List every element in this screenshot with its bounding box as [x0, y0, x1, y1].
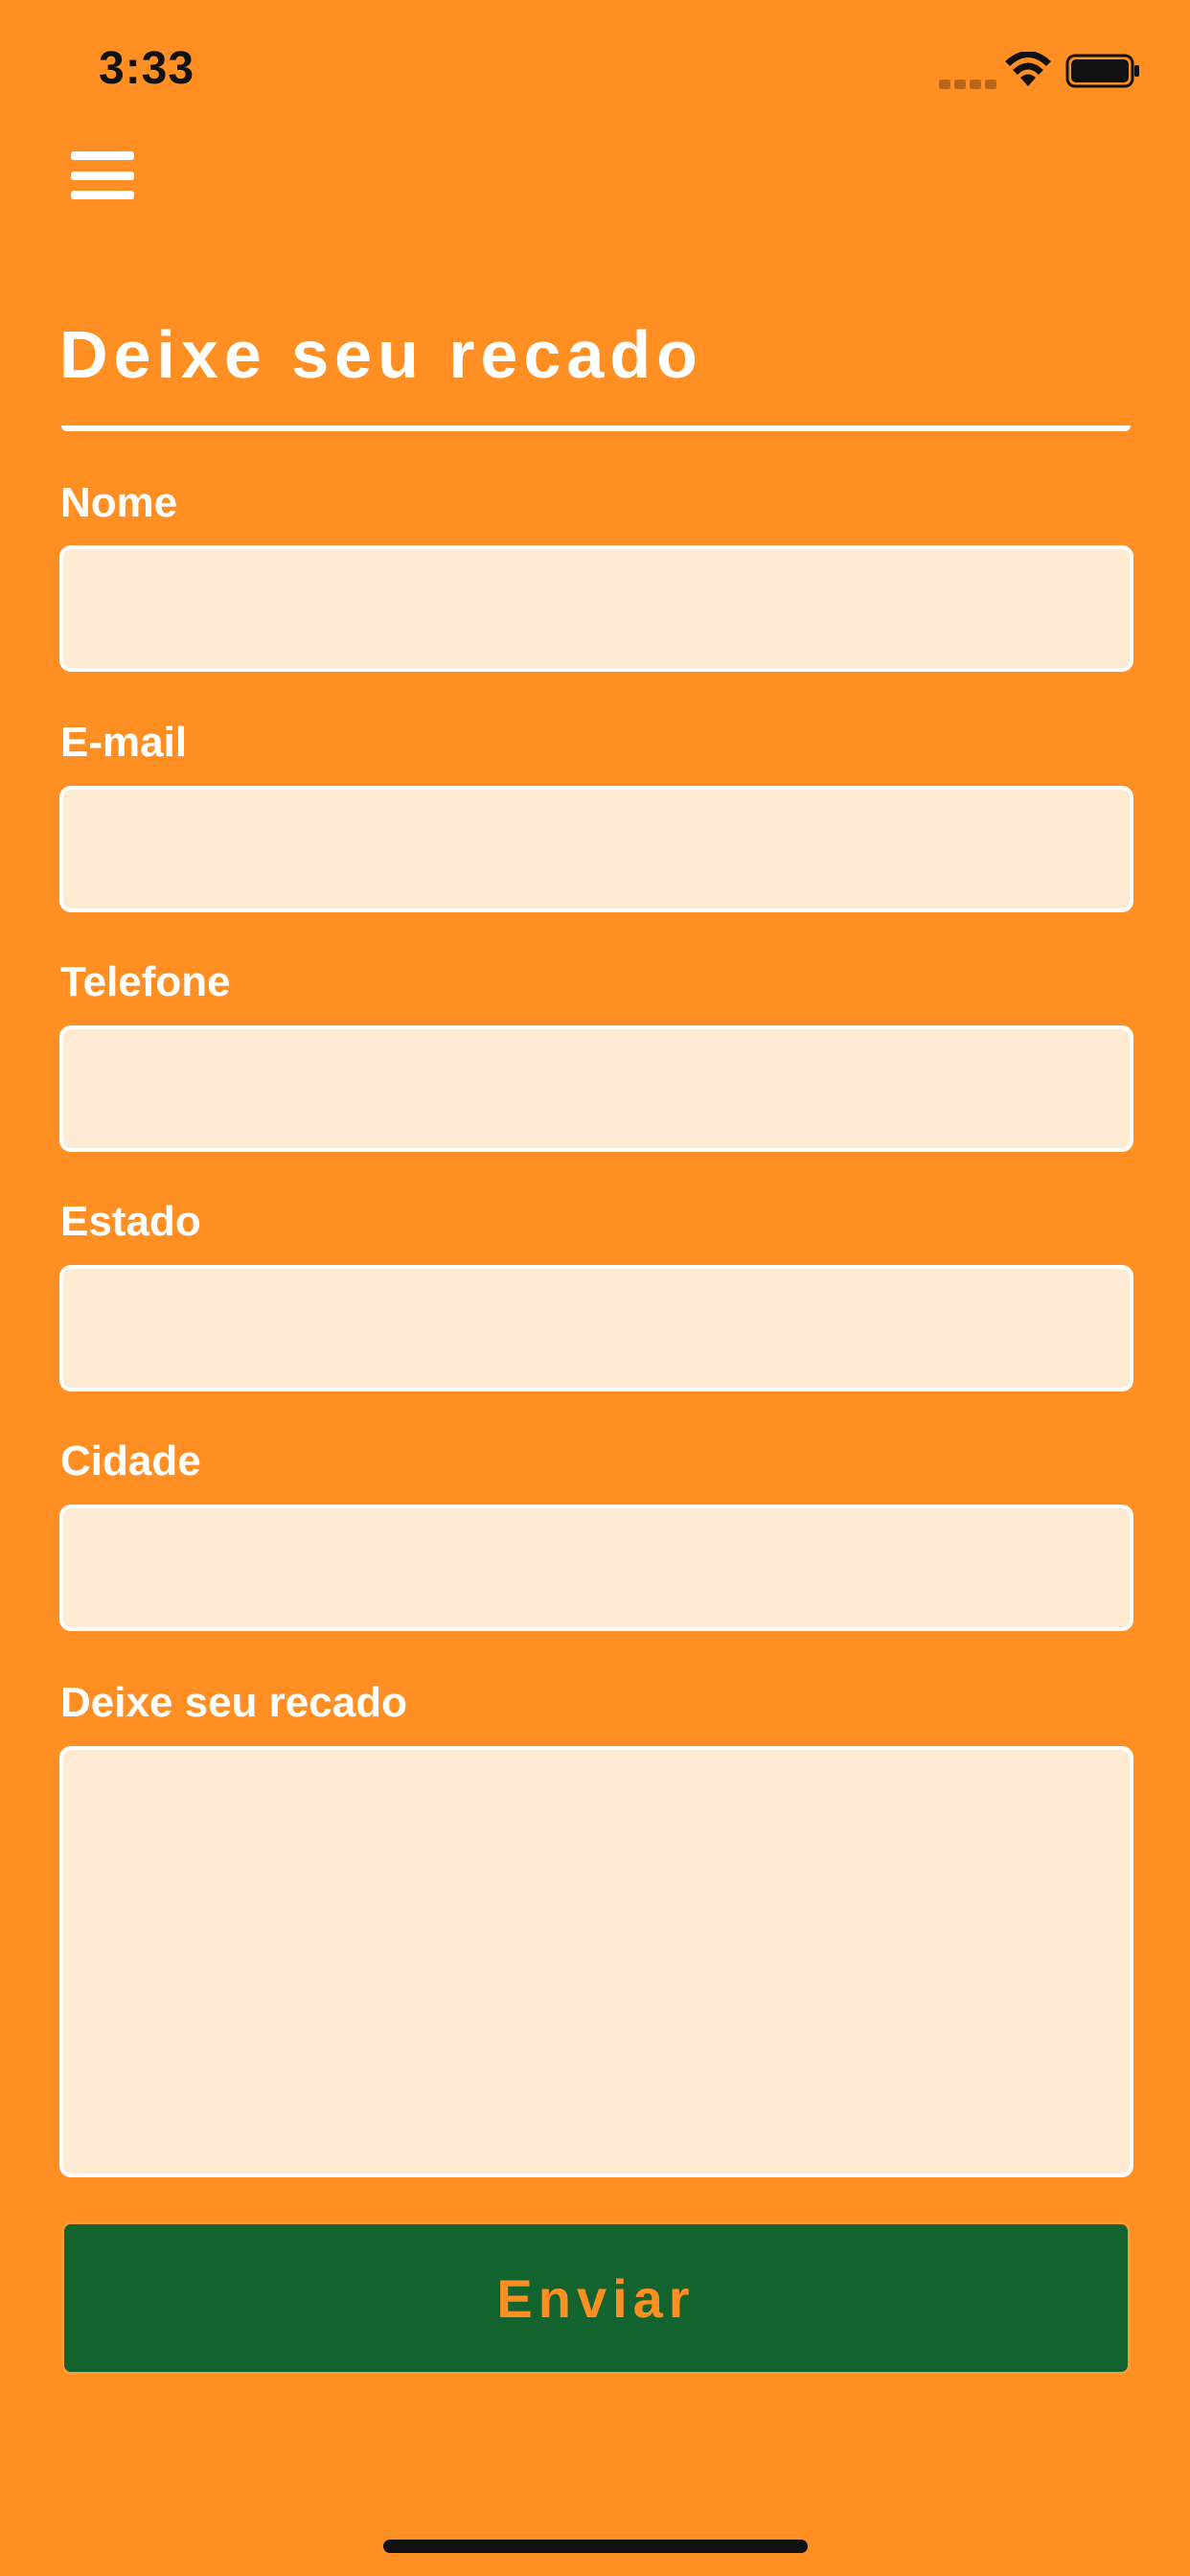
name-label: Nome	[60, 479, 178, 526]
status-bar: 3:33	[0, 0, 1190, 134]
page-title: Deixe seu recado	[59, 317, 703, 392]
message-label: Deixe seu recado	[60, 1679, 407, 1726]
submit-button[interactable]: Enviar	[61, 2221, 1131, 2375]
hamburger-menu-icon[interactable]	[71, 151, 134, 199]
state-label: Estado	[60, 1198, 201, 1245]
signal-icon	[939, 77, 1000, 94]
battery-icon	[1065, 54, 1139, 88]
status-time: 3:33	[99, 43, 195, 94]
email-label: E-mail	[60, 719, 188, 766]
email-input[interactable]	[59, 786, 1133, 912]
city-input[interactable]	[59, 1505, 1133, 1631]
title-divider	[61, 426, 1131, 431]
name-input[interactable]	[59, 545, 1133, 672]
city-label: Cidade	[60, 1438, 201, 1484]
phone-label: Telefone	[60, 958, 231, 1005]
message-textarea[interactable]	[59, 1746, 1133, 2177]
phone-input[interactable]	[59, 1025, 1133, 1152]
wifi-icon	[1005, 52, 1051, 86]
home-indicator[interactable]	[383, 2540, 808, 2553]
state-input[interactable]	[59, 1265, 1133, 1392]
